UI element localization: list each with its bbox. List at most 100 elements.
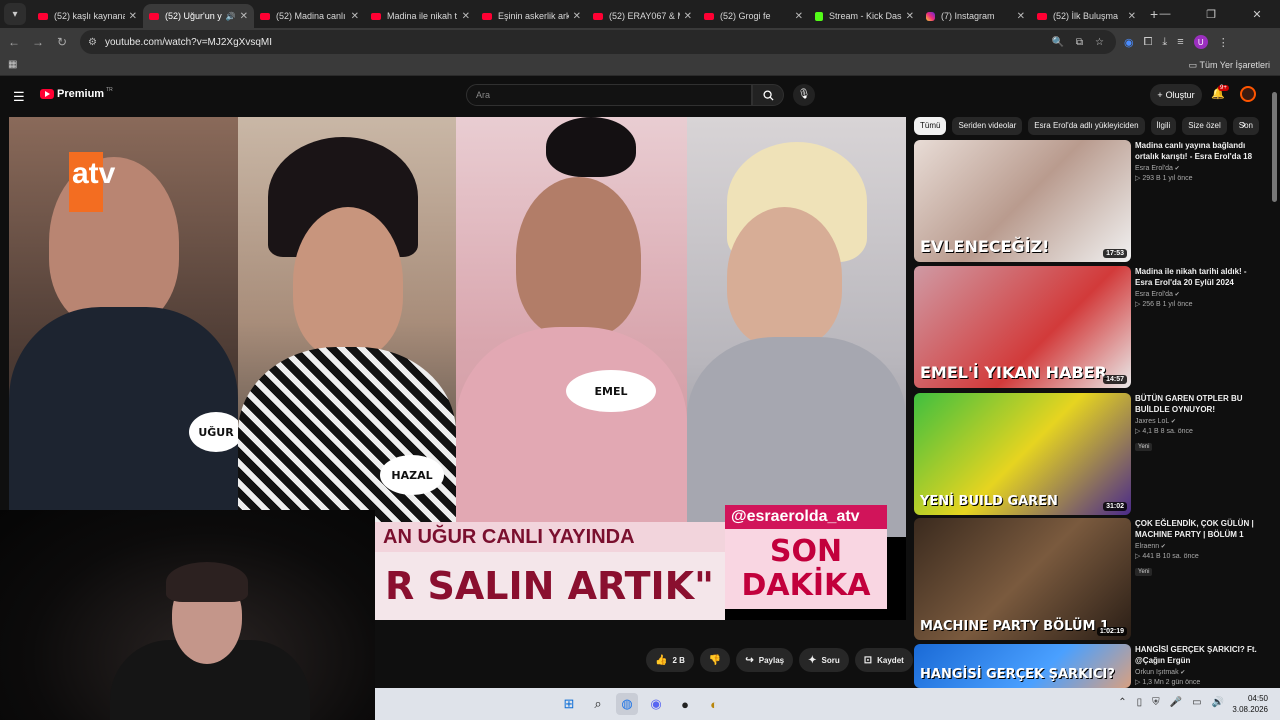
youtube-logo[interactable]: Premium TR (40, 87, 113, 100)
save-button[interactable]: ⊡ Kaydet (854, 648, 913, 672)
tab-close-icon[interactable]: ✕ (1128, 11, 1136, 22)
minimize-button[interactable]: — (1142, 8, 1188, 20)
menu-icon[interactable]: ⋮ (1218, 36, 1229, 49)
browser-tab[interactable]: (52) Uğur'un y 🔊 ✕ (143, 4, 254, 28)
channel-name-row[interactable]: Esra Erol'da ✔ (1135, 291, 1260, 298)
channel-name-row[interactable]: Elraenn ✔ (1135, 543, 1260, 550)
discord-icon[interactable]: ◉ (645, 693, 667, 715)
video-thumbnail[interactable]: MACHINE PARTY BÖLÜM 1 1:02:19 (914, 518, 1131, 640)
puzzle-icon[interactable]: ⧠ (1144, 36, 1153, 49)
tab-search-button[interactable]: ▾ (4, 3, 26, 25)
search-input[interactable]: Ara (466, 84, 752, 106)
browser-tab[interactable]: (52) ERAY067 & M ✕ (587, 4, 698, 28)
maximize-button[interactable]: ❐ (1188, 8, 1234, 21)
defender-icon[interactable]: ⛨ (1152, 697, 1160, 708)
hamburger-menu-icon[interactable]: ☰ (13, 89, 25, 105)
extension-icon[interactable]: ◉ (1124, 36, 1134, 49)
share-button[interactable]: ↪ Paylaş (736, 648, 794, 672)
obs-icon[interactable]: ● (674, 693, 696, 715)
tray-chevron-icon[interactable]: ⌃ (1118, 697, 1126, 708)
chevron-right-icon[interactable]: › (1242, 117, 1246, 131)
filter-chip[interactable]: Seriden videolar (952, 117, 1023, 135)
search-button[interactable] (752, 84, 784, 106)
reading-list-icon[interactable]: ≡ (1177, 36, 1183, 48)
browser-tab[interactable]: (52) Grogi fe ✕ (698, 4, 809, 28)
browser-tab[interactable]: (52) İlk Buluşma ✕ (1031, 4, 1142, 28)
chrome-icon[interactable]: ◍ (616, 693, 638, 715)
tab-close-icon[interactable]: ✕ (351, 11, 359, 22)
tab-close-icon[interactable]: ✕ (795, 11, 803, 22)
clock[interactable]: 04:50 3.08.2026 (1232, 693, 1268, 715)
close-window-button[interactable]: ✕ (1234, 8, 1280, 21)
video-title[interactable]: Madina ile nikah tarihi aldık! - Esra Er… (1135, 266, 1260, 288)
apps-grid-icon[interactable]: ▦ (8, 59, 17, 70)
tab-close-icon[interactable]: ✕ (906, 11, 914, 22)
filter-chip[interactable]: Tümü (914, 117, 947, 135)
app-icon[interactable]: ◐ (703, 693, 725, 715)
battery-icon[interactable]: ▯ (1137, 697, 1143, 708)
recommendation-item[interactable]: EVLENECEĞİZ! 17:53 Madina canlı yayına bağ… (914, 140, 1260, 262)
clock-date: 3.08.2026 (1232, 705, 1268, 714)
like-count: 2 B (672, 655, 685, 665)
voice-search-icon[interactable]: 🎙 (793, 84, 815, 106)
windows-start-icon[interactable]: ⊞ (558, 693, 580, 715)
video-thumbnail[interactable]: EMEL'İ YIKAN HABER 14:57 (914, 266, 1131, 388)
browser-tab[interactable]: Madina ile nikah t ✕ (365, 4, 476, 28)
filter-chip[interactable]: Esra Erol'da adlı yükleyiciden (1028, 117, 1145, 135)
url-input[interactable]: ⚙ youtube.com/watch?v=MJ2XgXvsqMI 🔍 ⧉ ☆ (80, 30, 1116, 54)
bookmark-star-icon[interactable]: ☆ (1095, 37, 1104, 48)
all-bookmarks-button[interactable]: ▭ Tüm Yer İşaretleri (1189, 60, 1270, 71)
channel-name-row[interactable]: Orkun Işıtmak ✔ (1135, 669, 1260, 676)
recommendation-item[interactable]: YENİ BUILD GAREN 31:02 BÜTÜN GAREN OTPLER … (914, 393, 1260, 515)
tab-close-icon[interactable]: ✕ (240, 11, 248, 22)
download-icon[interactable]: ⤓ (1162, 36, 1167, 49)
tab-close-icon[interactable]: ✕ (129, 11, 137, 22)
forward-icon[interactable]: → (26, 35, 50, 49)
search-taskbar-icon[interactable]: ⌕ (587, 693, 609, 715)
mic-tray-icon[interactable]: 🎤 (1170, 697, 1182, 708)
tab-close-icon[interactable]: ✕ (684, 11, 692, 22)
tab-close-icon[interactable]: ✕ (462, 11, 470, 22)
browser-tab[interactable]: (7) Instagram ✕ (920, 4, 1031, 28)
browser-tab[interactable]: Stream - Kick Das ✕ (809, 4, 920, 28)
browser-tab[interactable]: (52) kaşlı kaynana ✕ (32, 4, 143, 28)
zoom-icon[interactable]: 🔍 (1051, 37, 1063, 48)
video-title[interactable]: Madina canlı yayına bağlandı ortalık kar… (1135, 140, 1260, 162)
dislike-button[interactable]: 👎 (699, 648, 731, 672)
tab-close-icon[interactable]: ✕ (573, 11, 581, 22)
monitor-icon[interactable]: ▭ (1192, 697, 1201, 708)
reload-icon[interactable]: ↻ (50, 35, 74, 49)
video-title[interactable]: BÜTÜN GAREN OTPLER BU BUİLDLE OYNUYOR! (1135, 393, 1260, 415)
channel-avatar[interactable] (1240, 86, 1256, 102)
recommendation-item[interactable]: HANGİSİ GERÇEK ŞARKICI? HANGİSİ GERÇEK ŞA… (914, 644, 1260, 688)
channel-name-row[interactable]: Jaxres LoL ✔ (1135, 418, 1260, 425)
filter-chip[interactable]: İlgili (1150, 117, 1177, 135)
video-title[interactable]: ÇOK EĞLENDİK, ÇOK GÜLÜN | MACHINE PARTY … (1135, 518, 1260, 540)
like-button[interactable]: 👍 2 B (646, 648, 694, 672)
recommendation-item[interactable]: EMEL'İ YIKAN HABER 14:57 Madina ile nikah … (914, 266, 1260, 388)
site-info-icon[interactable]: ⚙ (88, 37, 97, 48)
video-stats: ▷ 441 B 10 sa. önce (1135, 552, 1260, 560)
browser-tab[interactable]: (52) Madina canlı ✕ (254, 4, 365, 28)
video-title[interactable]: HANGİSİ GERÇEK ŞARKICI? Ft. @Çağın Ergün (1135, 644, 1260, 666)
video-thumbnail[interactable]: HANGİSİ GERÇEK ŞARKICI? (914, 644, 1131, 688)
filter-chip[interactable]: Size özel (1182, 117, 1227, 135)
tab-close-icon[interactable]: ✕ (1017, 11, 1025, 22)
browser-tab[interactable]: Eşinin askerlik ark ✕ (476, 4, 587, 28)
recommendation-item[interactable]: MACHINE PARTY BÖLÜM 1 1:02:19 ÇOK EĞLENDİK… (914, 518, 1260, 640)
create-button[interactable]: + Oluştur (1150, 84, 1202, 106)
volume-icon[interactable]: 🔊 (1212, 697, 1224, 708)
tab-title: Eşinin askerlik ark (498, 11, 569, 21)
profile-avatar[interactable]: U (1193, 35, 1208, 49)
ask-button[interactable]: ✦ Soru (799, 648, 849, 672)
channel-name-row[interactable]: Esra Erol'da ✔ (1135, 165, 1260, 172)
clock-time: 04:50 (1247, 694, 1268, 703)
scrollbar-thumb[interactable] (1272, 92, 1277, 202)
cast-icon[interactable]: ⧉ (1076, 37, 1083, 48)
video-thumbnail[interactable]: YENİ BUILD GAREN 31:02 (914, 393, 1131, 515)
video-thumbnail[interactable]: EVLENECEĞİZ! 17:53 (914, 140, 1131, 262)
tab-audio-icon[interactable]: 🔊 (226, 12, 236, 21)
back-icon[interactable]: ← (2, 35, 26, 49)
channel-name: Jaxres LoL (1135, 418, 1170, 425)
page-scrollbar[interactable] (1270, 80, 1278, 690)
